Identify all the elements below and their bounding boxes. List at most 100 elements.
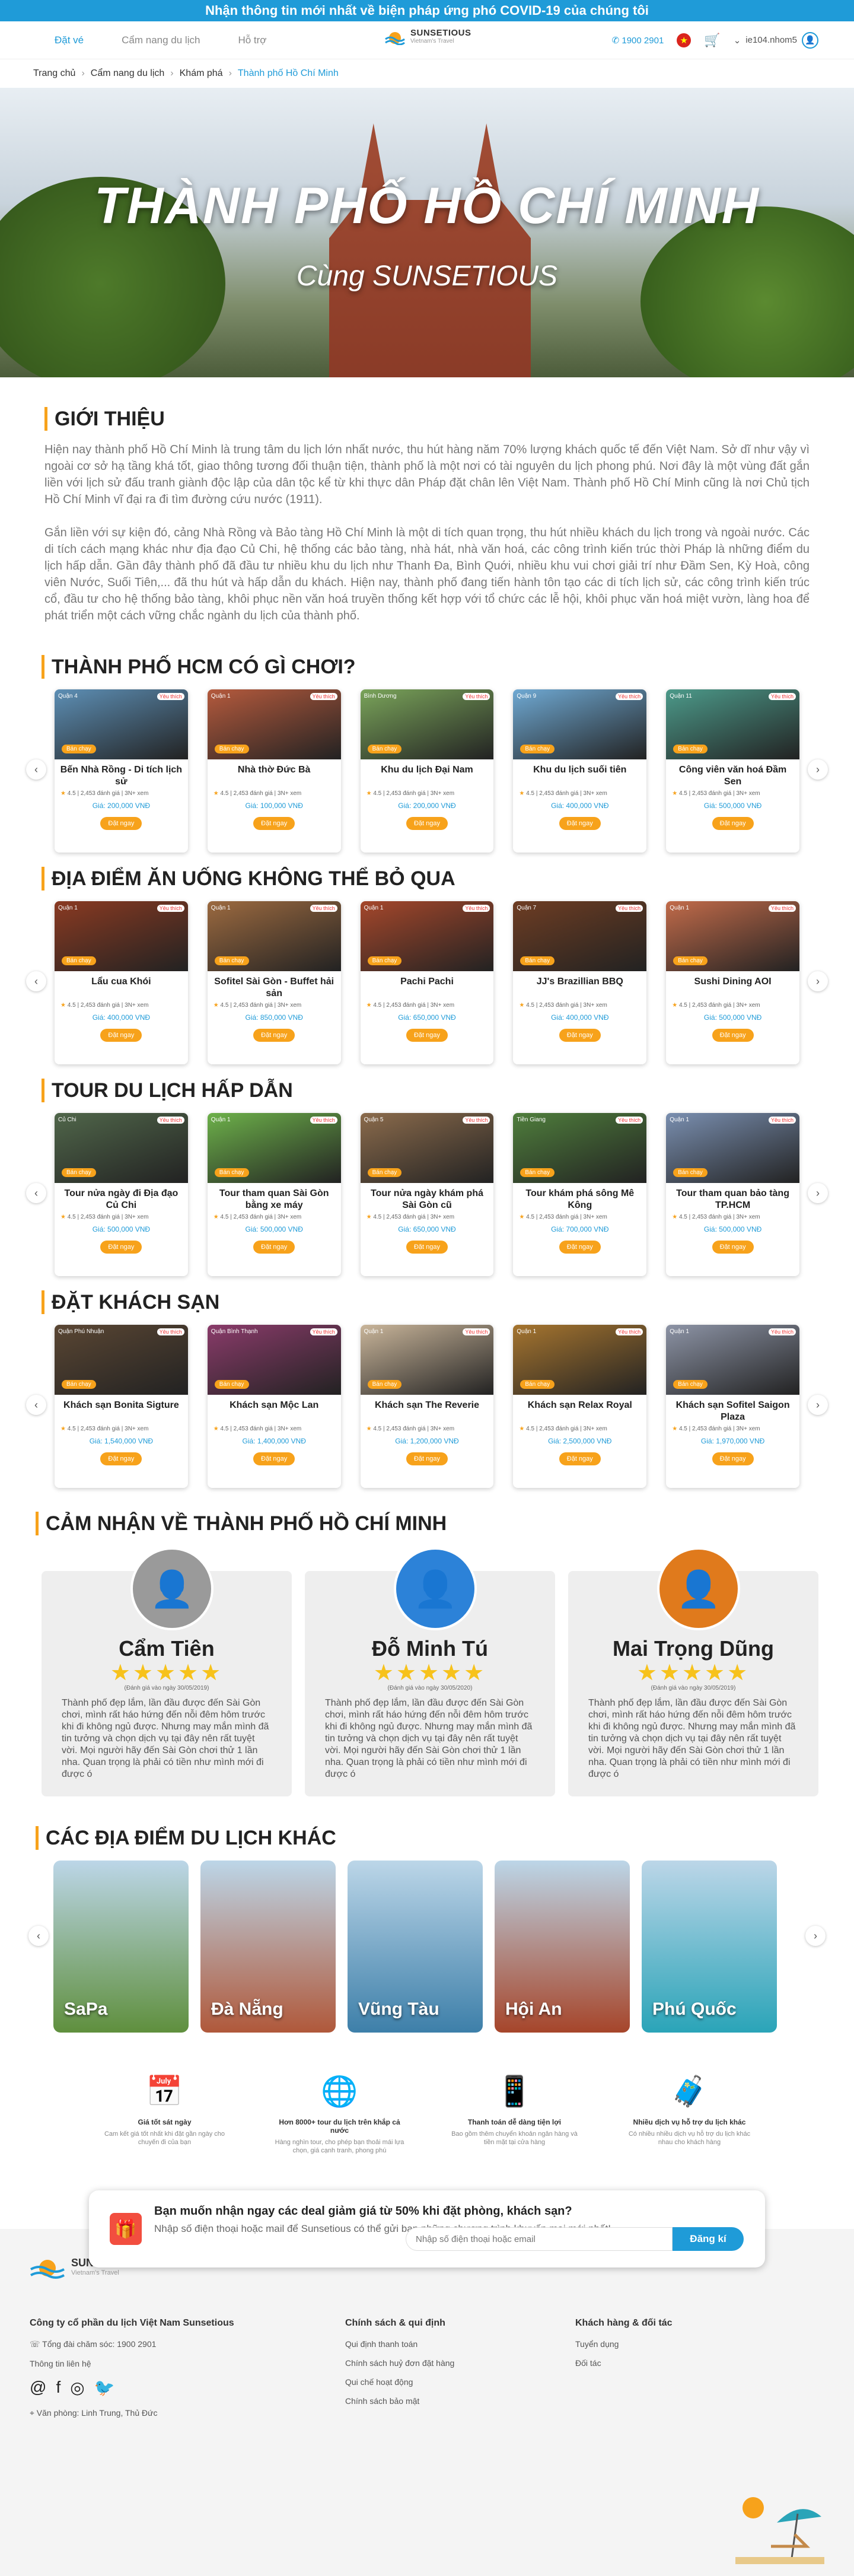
card-title[interactable]: Khu du lịch Đại Nam [361, 759, 494, 790]
book-now-button[interactable]: Đặt ngay [100, 817, 142, 830]
user-menu[interactable]: ⌄ ie104.nhom5 👤 [734, 31, 818, 49]
card-image[interactable]: Quận 11 Yêu thích Bán chạy [666, 689, 799, 759]
nav-link-support[interactable]: Hỗ trợ [219, 34, 285, 46]
card-title[interactable]: Khách sạn Bonita Sigture [55, 1395, 188, 1426]
card-image[interactable]: Quận 1 Yêu thích Bán chạy [55, 901, 188, 971]
product-card[interactable]: Quận 1 Yêu thích Bán chạy Sushi Dining AOI ★… [666, 901, 799, 1064]
card-image[interactable]: Quận Bình Thạnh Yêu thích Bán chạy [207, 1325, 341, 1395]
product-card[interactable]: Quận 11 Yêu thích Bán chạy Công viên văn ho… [666, 689, 799, 853]
product-card[interactable]: Quận 5 Yêu thích Bán chạy Tour nửa ngày khá… [360, 1113, 494, 1276]
destination-card[interactable]: Hội An [495, 1861, 630, 2033]
card-image[interactable]: Bình Dương Yêu thích Bán chạy [360, 689, 494, 759]
newsletter-input[interactable] [406, 2227, 673, 2251]
book-now-button[interactable]: Đặt ngay [406, 817, 448, 830]
product-card[interactable]: Quận 1 Yêu thích Bán chạy Pachi Pachi ★ 4.5 … [360, 901, 494, 1064]
book-now-button[interactable]: Đặt ngay [559, 1241, 601, 1254]
card-title[interactable]: Tour nửa ngày khám phá Sài Gòn cũ [361, 1183, 494, 1214]
hotline[interactable]: ✆ 1900 2901 [612, 35, 664, 46]
book-now-button[interactable]: Đặt ngay [559, 1029, 601, 1042]
product-card[interactable]: Quận 1 Yêu thích Bán chạy Khách sạn Relax R… [513, 1325, 647, 1488]
card-title[interactable]: Lẩu cua Khói [55, 971, 188, 1002]
book-now-button[interactable]: Đặt ngay [100, 1452, 142, 1465]
product-card[interactable]: Bình Dương Yêu thích Bán chạy Khu du lịch Đ… [360, 689, 494, 853]
instagram-icon[interactable]: ◎ [70, 2378, 84, 2397]
footer-link[interactable]: Chính sách huỷ đơn đặt hàng [345, 2358, 575, 2368]
card-title[interactable]: Khách sạn Relax Royal [513, 1395, 646, 1426]
card-title[interactable]: Tour tham quan Sài Gòn bằng xe máy [208, 1183, 341, 1214]
product-card[interactable]: Quận 9 Yêu thích Bán chạy Khu du lịch suối … [513, 689, 647, 853]
next-arrow-icon[interactable]: › [808, 971, 828, 991]
breadcrumb-home[interactable]: Trang chủ [33, 68, 75, 79]
footer-link[interactable]: Tuyển dụng [575, 2339, 789, 2349]
footer-link[interactable]: Qui định thanh toán [345, 2339, 575, 2349]
breadcrumb-guide[interactable]: Cẩm nang du lịch [91, 68, 165, 79]
card-title[interactable]: Khách sạn The Reverie [361, 1395, 494, 1426]
book-now-button[interactable]: Đặt ngay [712, 817, 754, 830]
facebook-icon[interactable]: f [56, 2378, 60, 2397]
product-card[interactable]: Quận 1 Yêu thích Bán chạy Khách sạn The Rev… [360, 1325, 494, 1488]
card-title[interactable]: Tour tham quan bảo tàng TP.HCM [666, 1183, 799, 1214]
nav-link-guide[interactable]: Cẩm nang du lịch [103, 34, 219, 46]
product-card[interactable]: Quận 1 Yêu thích Bán chạy Nhà thờ Đức Bà ★ 4… [207, 689, 341, 853]
card-image[interactable]: Củ Chi Yêu thích Bán chạy [55, 1113, 188, 1183]
card-image[interactable]: Quận 1 Yêu thích Bán chạy [207, 689, 341, 759]
vietnam-flag-icon[interactable]: ★ [677, 33, 692, 47]
card-image[interactable]: Quận Phú Nhuận Yêu thích Bán chạy [55, 1325, 188, 1395]
product-card[interactable]: Quận 7 Yêu thích Bán chạy JJ's Brazillian B… [513, 901, 647, 1064]
book-now-button[interactable]: Đặt ngay [253, 1452, 295, 1465]
card-title[interactable]: Tour nửa ngày đi Địa đạo Củ Chi [55, 1183, 188, 1214]
card-title[interactable]: Tour khám phá sông Mê Kông [513, 1183, 646, 1214]
prev-arrow-icon[interactable]: ‹ [26, 1183, 46, 1203]
nav-link-booking[interactable]: Đặt vé [36, 34, 103, 46]
prev-arrow-icon[interactable]: ‹ [28, 1926, 49, 1946]
prev-arrow-icon[interactable]: ‹ [26, 971, 46, 991]
card-title[interactable]: Khách sạn Mộc Lan [208, 1395, 341, 1426]
product-card[interactable]: Quận 1 Yêu thích Bán chạy Sofitel Sài Gòn -… [207, 901, 341, 1064]
destination-card[interactable]: SaPa [53, 1861, 189, 2033]
footer-link[interactable]: Chính sách bảo mật [345, 2396, 575, 2406]
next-arrow-icon[interactable]: › [805, 1926, 826, 1946]
book-now-button[interactable]: Đặt ngay [253, 1029, 295, 1042]
product-card[interactable]: Quận 4 Yêu thích Bán chạy Bến Nhà Rồng - Di… [55, 689, 188, 853]
cart-icon[interactable]: 🛒 [704, 33, 720, 48]
card-title[interactable]: Công viên văn hoá Đầm Sen [666, 759, 799, 790]
footer-hotline[interactable]: ☏ Tổng đài chăm sóc: 1900 2901 [30, 2339, 345, 2349]
card-image[interactable]: Quận 1 Yêu thích Bán chạy [360, 901, 494, 971]
card-title[interactable]: Khu du lịch suối tiên [513, 759, 646, 790]
card-title[interactable]: Pachi Pachi [361, 971, 494, 1002]
product-card[interactable]: Củ Chi Yêu thích Bán chạy Tour nửa ngày đi … [55, 1113, 188, 1276]
threads-icon[interactable]: @ [30, 2378, 46, 2397]
product-card[interactable]: Quận 1 Yêu thích Bán chạy Tour tham quan Sà… [207, 1113, 341, 1276]
card-title[interactable]: Sushi Dining AOI [666, 971, 799, 1002]
book-now-button[interactable]: Đặt ngay [406, 1452, 448, 1465]
card-image[interactable]: Quận 1 Yêu thích Bán chạy [513, 1325, 647, 1395]
card-title[interactable]: Nhà thờ Đức Bà [208, 759, 341, 790]
product-card[interactable]: Quận 1 Yêu thích Bán chạy Khách sạn Sofitel… [666, 1325, 799, 1488]
next-arrow-icon[interactable]: › [808, 1183, 828, 1203]
next-arrow-icon[interactable]: › [808, 759, 828, 780]
product-card[interactable]: Quận Phú Nhuận Yêu thích Bán chạy Khách sạn… [55, 1325, 188, 1488]
book-now-button[interactable]: Đặt ngay [406, 1029, 448, 1042]
subscribe-button[interactable]: Đăng kí [673, 2227, 744, 2251]
book-now-button[interactable]: Đặt ngay [712, 1452, 754, 1465]
book-now-button[interactable]: Đặt ngay [100, 1029, 142, 1042]
destination-card[interactable]: Vũng Tàu [348, 1861, 483, 2033]
card-title[interactable]: Bến Nhà Rồng - Di tích lịch sử [55, 759, 188, 790]
footer-contact[interactable]: Thông tin liên hệ [30, 2359, 345, 2368]
product-card[interactable]: Quận Bình Thạnh Yêu thích Bán chạy Khách sạ… [207, 1325, 341, 1488]
book-now-button[interactable]: Đặt ngay [712, 1029, 754, 1042]
card-image[interactable]: Tiền Giang Yêu thích Bán chạy [513, 1113, 647, 1183]
prev-arrow-icon[interactable]: ‹ [26, 759, 46, 780]
destination-card[interactable]: Phú Quốc [642, 1861, 777, 2033]
site-logo[interactable]: SUNSETIOUS Vietnam's Travel [384, 27, 471, 45]
book-now-button[interactable]: Đặt ngay [559, 817, 601, 830]
card-title[interactable]: Sofitel Sài Gòn - Buffet hải sản [208, 971, 341, 1002]
book-now-button[interactable]: Đặt ngay [253, 1241, 295, 1254]
footer-link[interactable]: Qui chế hoạt động [345, 2377, 575, 2387]
card-image[interactable]: Quận 1 Yêu thích Bán chạy [207, 1113, 341, 1183]
card-image[interactable]: Quận 9 Yêu thích Bán chạy [513, 689, 647, 759]
breadcrumb-explore[interactable]: Khám phá [180, 68, 223, 79]
book-now-button[interactable]: Đặt ngay [253, 817, 295, 830]
product-card[interactable]: Quận 1 Yêu thích Bán chạy Tour tham quan bả… [666, 1113, 799, 1276]
card-image[interactable]: Quận 1 Yêu thích Bán chạy [207, 901, 341, 971]
